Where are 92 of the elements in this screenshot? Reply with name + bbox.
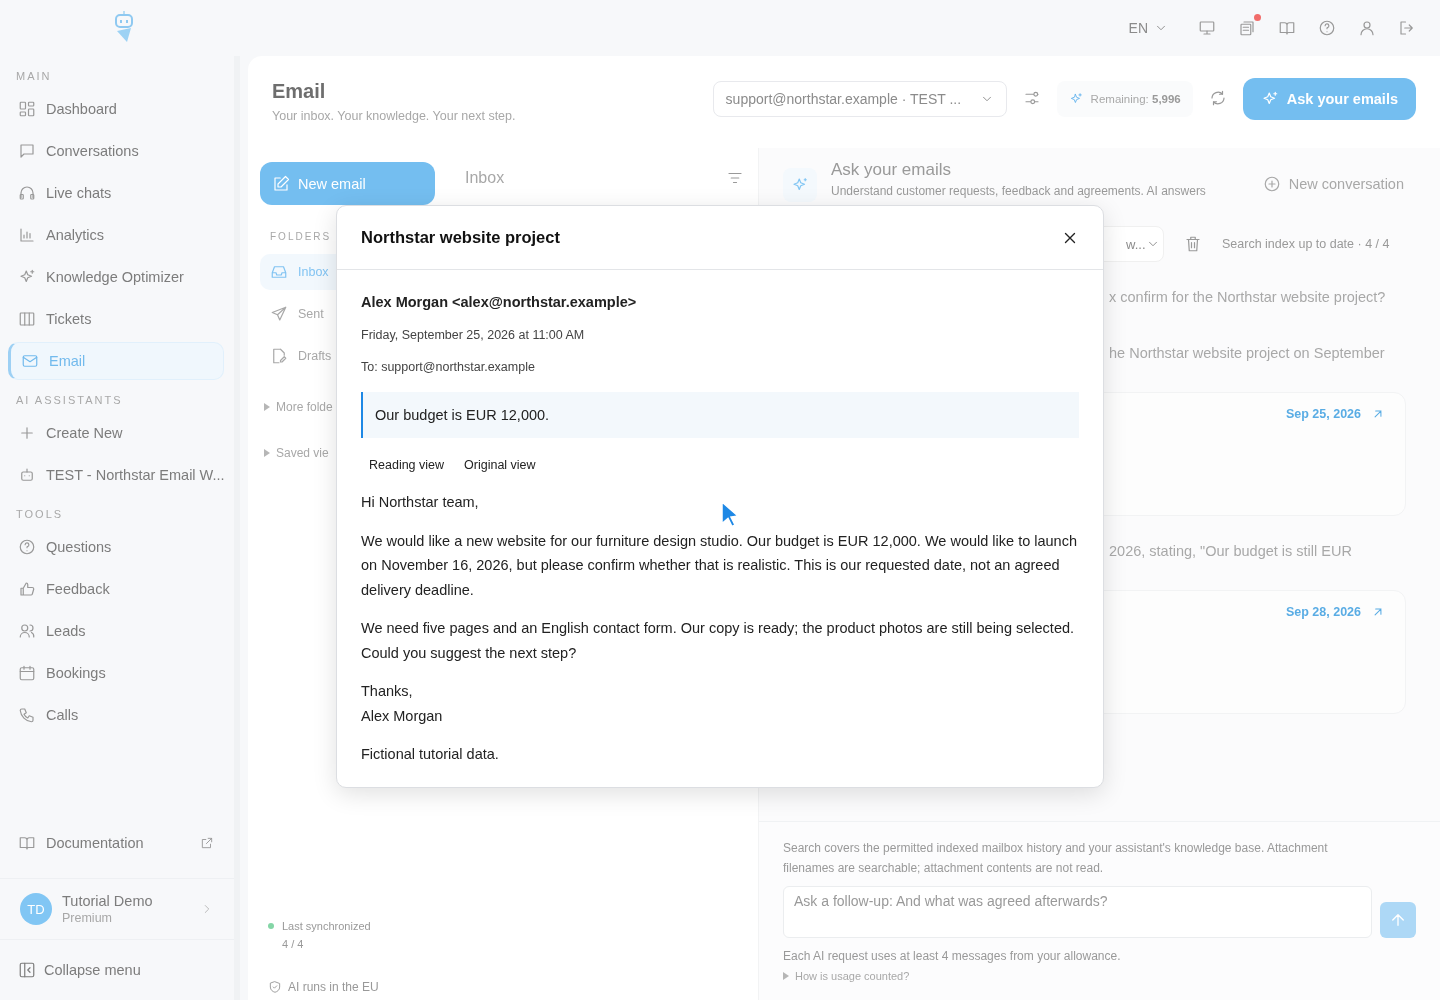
send-icon [270,305,288,323]
users-icon [18,622,36,640]
email-text: We would like a new website for our furniture design studio. Our budget is EUR 12,000. We would like to launch on November 16, 2026, but please confirm whether that is realistic. This is our requested date, not an agreed delivery deadline. [361,531,1078,600]
bar-chart-icon [18,226,36,244]
sidebar-item[interactable]: Bookings [8,654,224,692]
folder-item[interactable]: Drafts [260,338,350,374]
external-link-icon [200,836,214,850]
source-date-link[interactable]: Sep 25, 2026 [1285,405,1385,423]
section-heading: TOOLS [15,507,65,522]
sidebar-item[interactable]: Questions [8,528,224,566]
sidebar-item[interactable]: Dashboard [8,90,224,128]
answer-text: 2026, stating, "Our budget is still EUR [1109,542,1353,561]
sidebar-item[interactable]: Knowledge Optimizer [8,258,224,296]
sender-line: Alex Morgan <alex@northstar.example> [361,294,638,310]
collapse-menu-button[interactable]: Collapse menu [0,940,234,1000]
mail-icon [21,352,39,370]
index-status: Search index up to date · 4 / 4 [1222,237,1390,251]
view-tab[interactable]: Reading view [361,454,453,476]
sidebar-item[interactable]: Live chats [8,174,224,212]
profile-name: Tutorial Demo [62,893,154,909]
account-dropdown[interactable]: support@northstar.example · TEST ... [712,81,1007,117]
folder-item[interactable]: Sent [260,296,350,332]
section-heading: FOLDERS [269,230,333,244]
page-title: Email [272,80,327,103]
sync-count: 4 / 4 [281,937,305,950]
documentation-link[interactable]: Documentation [8,824,224,862]
delete-button[interactable] [1184,235,1202,253]
answer-text: he Northstar website project on September [1109,344,1386,363]
search-note: Search covers the permitted indexed mailbox history and your assistant's knowledge base. Attachment filenames are searchable; attachment contents are not read. [783,840,1329,877]
section-heading: AI ASSISTANTS [15,393,124,408]
view-tab[interactable]: Original view [456,454,544,476]
sidebar-item[interactable]: Feedback [8,570,224,608]
columns-icon [18,310,36,328]
sidebar-item[interactable]: Conversations [8,132,224,170]
sidebar-item[interactable]: Leads [8,612,224,650]
answer-text: x confirm for the Northstar website project? [1109,288,1387,307]
email-text: Thanks, [361,682,413,701]
date-line: Friday, September 25, 2026 at 11:00 AM [361,328,586,342]
sync-label: Last synchronized [282,920,371,932]
chat-bubble-icon [18,142,36,160]
email-text: We need five pages and an English contact form. Our copy is ready; the product photos are still being selected. Could you suggest the next step? [361,619,1076,663]
calendar-icon [18,664,36,682]
chat-plus-icon [1262,175,1281,193]
new-email-button[interactable]: New email [260,162,435,205]
phone-icon [18,706,36,724]
sidebar-item[interactable]: TEST - Northstar Email W... [8,456,224,494]
filter-settings-button[interactable] [1022,89,1041,107]
new-conversation-button[interactable]: New conversation [1256,174,1410,194]
panel-subtitle: Understand customer requests, feedback and agreements. AI answers [831,184,1207,198]
plus-icon [18,424,36,442]
headphones-icon [18,184,36,202]
language-dropdown[interactable]: EN [1128,20,1178,36]
allowance-note: Each AI request uses at least 4 messages from your allowance. [783,948,1122,965]
sparkle-icon [1068,92,1083,106]
arrow-up-icon [1389,911,1407,929]
book-icon [18,834,36,852]
compose-icon [272,174,290,193]
shield-icon [268,980,282,994]
thumbs-up-icon [18,580,36,598]
list-heading: Inbox [465,168,505,187]
recipient-line: To: support@northstar.example [361,360,536,374]
sidebar-item[interactable]: Create New [8,414,224,452]
help-icon [18,538,36,556]
dialog-title: Northstar website project [361,228,560,247]
status-dot [268,923,274,929]
section-heading: MAIN [15,69,53,84]
profile-card[interactable]: TD Tutorial Demo Premium [0,878,234,940]
dashboard-icon [18,100,36,118]
sidebar-item[interactable]: Calls [8,696,224,734]
panel-title: Ask your emails [831,160,952,180]
send-button[interactable] [1380,902,1416,938]
ask-emails-button[interactable]: Ask your emails [1242,78,1416,120]
follow-up-field[interactable]: Ask a follow-up: And what was agreed afterwards? [783,886,1372,938]
draft-icon [270,347,288,365]
robot-icon [18,466,36,484]
collapse-icon [18,961,36,979]
refresh-button[interactable] [1208,89,1227,107]
page-subtitle: Your inbox. Your knowledge. Your next step. [272,109,516,123]
avatar: TD [20,893,52,925]
source-date-link[interactable]: Sep 28, 2026 [1285,603,1385,621]
quote-block: Our budget is EUR 12,000. [361,392,1079,438]
sparkle-tile-icon [783,168,817,202]
sidebar-item[interactable]: Tickets [8,300,224,338]
email-text: Hi Northstar team, [361,493,479,512]
inbox-tray-icon [270,263,288,281]
eu-note: AI runs in the EU [288,980,379,994]
sidebar-item[interactable]: Analytics [8,216,224,254]
profile-plan: Premium [62,911,113,925]
email-text: Fictional tutorial data. [361,745,499,764]
usage-toggle[interactable]: How is usage counted? [783,966,910,986]
remaining-count: Remaining: 5,996 [1090,93,1181,105]
email-text: Alex Morgan [361,706,443,726]
